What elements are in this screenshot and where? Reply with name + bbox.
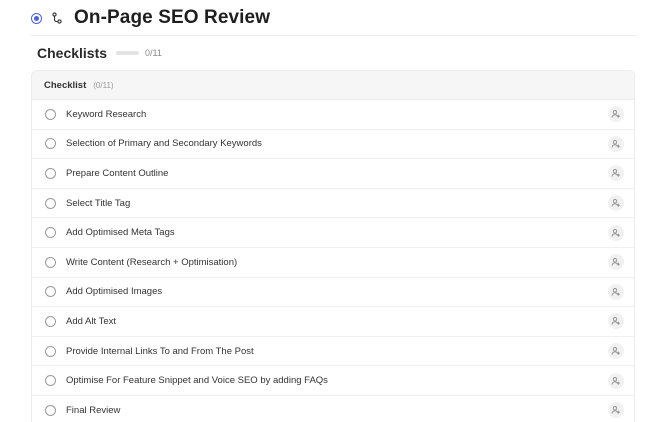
- header-divider: [30, 35, 636, 36]
- checklist-item-label[interactable]: Prepare Content Outline: [66, 168, 168, 179]
- checklist-item[interactable]: Provide Internal Links To and From The P…: [32, 337, 634, 367]
- circle-checkbox-icon[interactable]: [45, 345, 56, 357]
- checklist-item-label[interactable]: Selection of Primary and Secondary Keywo…: [66, 138, 262, 149]
- checklist-item[interactable]: Select Title Tag: [32, 189, 634, 219]
- checklist-item-label[interactable]: Add Optimised Meta Tags: [66, 227, 175, 238]
- assign-user-button[interactable]: [608, 313, 624, 330]
- assign-user-icon: [611, 258, 620, 267]
- checklist-item-label[interactable]: Add Optimised Images: [66, 286, 162, 297]
- assign-user-icon: [611, 347, 620, 355]
- assign-user-icon: [611, 139, 620, 148]
- checklist-item-label[interactable]: Provide Internal Links To and From The P…: [66, 346, 254, 357]
- assign-user-icon: [611, 110, 620, 119]
- assign-user-icon: [611, 169, 620, 178]
- checklist-item-label[interactable]: Final Review: [66, 405, 120, 416]
- assign-user-icon: [611, 376, 620, 385]
- assign-user-icon: [611, 317, 620, 326]
- assign-user-button[interactable]: [608, 402, 624, 419]
- assign-user-button[interactable]: [608, 283, 624, 300]
- assign-user-button[interactable]: [608, 224, 624, 241]
- checklist-item[interactable]: Prepare Content Outline: [32, 159, 634, 189]
- assign-user-button[interactable]: [608, 254, 624, 271]
- task-view: On-Page SEO Review Checklists 0/11 Check…: [0, 0, 666, 422]
- assign-user-button[interactable]: [608, 135, 624, 152]
- checklist-item-label[interactable]: Write Content (Research + Optimisation): [66, 257, 237, 268]
- checklist-header[interactable]: Checklist (0/11): [32, 71, 634, 100]
- task-header: On-Page SEO Review: [31, 4, 270, 32]
- circle-checkbox-icon[interactable]: [45, 108, 56, 120]
- checklist-items: Keyword Research Selection of Primary an…: [32, 100, 634, 422]
- checklist-item[interactable]: Write Content (Research + Optimisation): [32, 248, 634, 278]
- circle-checkbox-icon[interactable]: [45, 404, 56, 416]
- circle-checkbox-icon[interactable]: [45, 197, 56, 209]
- checklists-title: Checklists: [37, 45, 108, 61]
- checklist-item-label[interactable]: Optimise For Feature Snippet and Voice S…: [66, 375, 328, 386]
- checklist-card: Checklist (0/11) Keyword Research Select…: [31, 70, 635, 422]
- subtask-icon: [51, 12, 63, 24]
- circle-checkbox-icon[interactable]: [45, 286, 56, 298]
- assign-user-button[interactable]: [608, 343, 624, 360]
- assign-user-icon: [611, 287, 620, 296]
- checklist-item-label[interactable]: Add Alt Text: [66, 316, 116, 327]
- circle-checkbox-icon[interactable]: [45, 138, 56, 150]
- status-icon[interactable]: [31, 12, 42, 24]
- checklist-count: (0/11): [93, 80, 114, 90]
- checklist-item-label[interactable]: Keyword Research: [66, 109, 146, 120]
- task-title[interactable]: On-Page SEO Review: [74, 7, 270, 29]
- checklist-item[interactable]: Add Optimised Meta Tags: [32, 218, 634, 248]
- checklist-item[interactable]: Add Optimised Images: [32, 278, 634, 308]
- circle-checkbox-icon[interactable]: [45, 256, 56, 268]
- circle-checkbox-icon[interactable]: [45, 167, 56, 179]
- checklist-item[interactable]: Keyword Research: [32, 100, 634, 130]
- checklists-progress-count: 0/11: [145, 48, 162, 58]
- assign-user-button[interactable]: [608, 165, 624, 182]
- circle-checkbox-icon[interactable]: [45, 227, 56, 239]
- assign-user-icon: [611, 406, 620, 415]
- checklists-heading: Checklists 0/11: [37, 43, 162, 63]
- checklist-item[interactable]: Final Review: [32, 396, 634, 422]
- assign-user-button[interactable]: [608, 106, 624, 123]
- circle-checkbox-icon[interactable]: [45, 315, 56, 327]
- checklist-title[interactable]: Checklist: [44, 80, 86, 91]
- circle-checkbox-icon[interactable]: [45, 375, 56, 387]
- assign-user-icon: [611, 199, 620, 207]
- checklist-item[interactable]: Optimise For Feature Snippet and Voice S…: [32, 366, 634, 396]
- assign-user-button[interactable]: [608, 372, 624, 389]
- assign-user-button[interactable]: [608, 195, 624, 212]
- checklist-item-label[interactable]: Select Title Tag: [66, 198, 130, 209]
- checklists-progress-bar: [116, 51, 140, 55]
- assign-user-icon: [611, 228, 620, 237]
- checklist-item[interactable]: Selection of Primary and Secondary Keywo…: [32, 130, 634, 160]
- checklist-item[interactable]: Add Alt Text: [32, 307, 634, 337]
